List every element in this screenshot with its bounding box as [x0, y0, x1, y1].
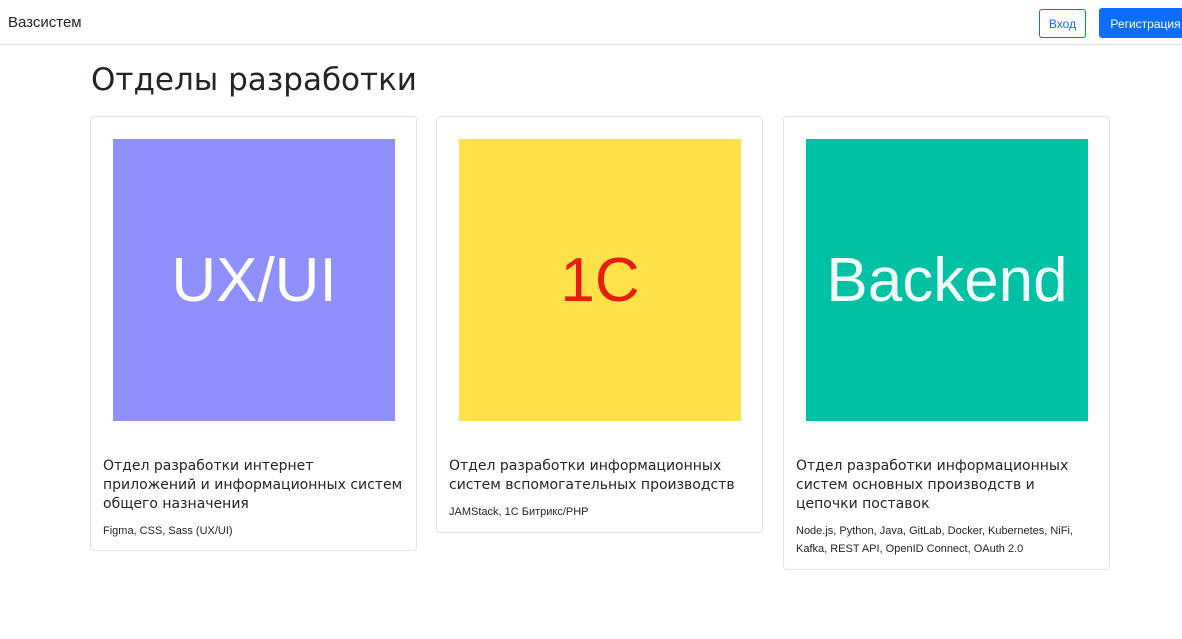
- card-title: Отдел разработки информационных систем о…: [796, 458, 1069, 512]
- page-title: Отделы разработки: [91, 62, 417, 98]
- card-title: Отдел разработки информационных систем в…: [449, 458, 735, 493]
- department-card-1c: 1C Отдел разработки информационных систе…: [436, 116, 763, 533]
- card-image-label: UX/UI: [171, 245, 337, 315]
- department-card-uxui: UX/UI Отдел разработки интернет приложен…: [90, 116, 417, 551]
- card-image: UX/UI: [113, 139, 395, 421]
- department-card-backend: Backend Отдел разработки информационных …: [783, 116, 1110, 570]
- card-tech-stack: JAMStack, 1C Битрикс/PHP: [449, 506, 589, 518]
- card-image-label: Backend: [826, 245, 1068, 315]
- register-button[interactable]: Регистрация: [1099, 8, 1182, 38]
- card-title: Отдел разработки интернет приложений и и…: [103, 458, 403, 512]
- login-button[interactable]: Вход: [1039, 9, 1086, 38]
- top-navbar: Вазсистем Вход Регистрация: [0, 0, 1182, 45]
- card-image: Backend: [806, 139, 1088, 421]
- card-image: 1C: [459, 139, 741, 421]
- brand-link[interactable]: Вазсистем: [8, 14, 82, 31]
- card-image-label: 1C: [560, 245, 640, 315]
- card-body: Отдел разработки информационных систем о…: [796, 457, 1096, 558]
- card-tech-stack: Figma, CSS, Sass (UX/UI): [103, 525, 233, 537]
- card-tech-stack: Node.js, Python, Java, GitLab, Docker, K…: [796, 525, 1073, 555]
- card-body: Отдел разработки интернет приложений и и…: [103, 457, 403, 540]
- card-body: Отдел разработки информационных систем в…: [449, 457, 749, 521]
